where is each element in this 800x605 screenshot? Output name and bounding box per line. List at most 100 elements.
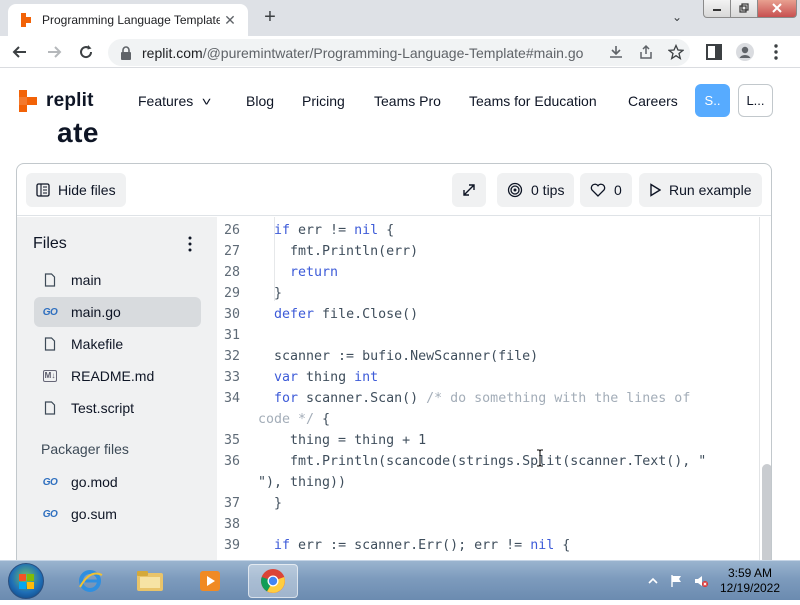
scrollbar-thumb[interactable] [762,464,771,560]
line-number: 26 [223,223,240,238]
system-clock[interactable]: 3:59 AM 12/19/2022 [710,566,790,596]
taskbar-file-explorer[interactable] [125,564,175,598]
go-icon: GO [42,306,58,318]
file-item-main-go[interactable]: GO main.go [34,297,201,327]
forward-arrow-icon[interactable] [44,42,64,62]
browser-toolbar: replit.com/@puremintwater/Programming-La… [0,36,800,68]
files-title: Files [33,235,67,252]
browser-tab-strip: Programming Language Template ✕ + ⌄ [0,0,800,36]
media-player-icon [200,571,220,591]
reload-icon[interactable] [76,42,96,62]
line-number: 29 [223,286,240,301]
like-button[interactable]: 0 [580,173,632,207]
go-icon: GO [42,476,58,488]
install-app-icon[interactable] [608,44,624,60]
line-number: 31 [223,328,240,343]
log-in-button[interactable]: L... [738,84,773,117]
files-panel: Files main GO main.go Makefile M↓ README… [17,217,217,560]
page-title: ate [57,117,99,148]
file-item-test-script[interactable]: Test.script [34,393,201,423]
file-name: Makefile [71,336,124,352]
file-icon [41,401,59,415]
file-name: README.md [71,368,155,384]
code-text: if err := scanner.Err(); err != nil { [274,538,571,553]
heart-icon [590,183,606,197]
kebab-menu-icon[interactable] [185,235,195,253]
lock-icon[interactable] [120,45,132,60]
code-text: thing = thing + 1 [258,433,427,448]
volume-muted-icon[interactable] [694,574,708,588]
file-name: main.go [71,304,121,320]
line-number: 37 [223,496,240,511]
code-scrollbar[interactable] [759,217,771,560]
tab-close-icon[interactable]: ✕ [222,12,238,28]
show-hidden-icons-icon[interactable] [646,574,660,588]
taskbar-internet-explorer[interactable] [65,564,115,598]
window-minimize-button[interactable] [703,0,731,18]
file-item-go-sum[interactable]: GO go.sum [34,499,201,529]
nav-link-features-label: Features [138,93,194,109]
taskbar-media-player[interactable] [185,564,235,598]
file-item-readme[interactable]: M↓ README.md [34,361,201,391]
tab-title: Programming Language Template [42,13,220,27]
start-button[interactable] [8,563,44,599]
replit-logo[interactable]: replit [18,89,94,113]
bookmark-star-icon[interactable] [668,44,684,60]
new-tab-icon[interactable]: + [260,7,280,28]
share-icon[interactable] [638,44,654,60]
system-tray [646,574,708,588]
taskbar-chrome[interactable] [248,564,298,598]
nav-link-blog[interactable]: Blog [246,93,274,109]
file-item-main[interactable]: main [34,265,201,295]
address-bar[interactable]: replit.com/@puremintwater/Programming-La… [108,39,690,66]
browser-tab[interactable]: Programming Language Template ✕ [8,4,248,36]
folder-icon [137,571,163,591]
text-cursor-icon [537,449,543,467]
run-example-label: Run example [669,182,752,198]
code-text: return [290,265,339,280]
file-name: go.mod [71,474,118,490]
nav-link-careers[interactable]: Careers [628,93,678,109]
tab-search-chevron-icon[interactable]: ⌄ [672,10,682,24]
url-text[interactable]: replit.com/@puremintwater/Programming-La… [142,45,583,61]
nav-link-teams-pro[interactable]: Teams Pro [374,93,441,109]
sign-up-button[interactable]: S.. [695,84,730,117]
run-example-button[interactable]: Run example [639,173,762,207]
window-close-button[interactable] [757,0,797,18]
file-name: go.sum [71,506,117,522]
play-icon [650,183,661,197]
file-icon [41,273,59,287]
window-restore-button[interactable] [730,0,758,18]
chrome-icon [261,569,285,593]
tips-spiral-icon [507,182,523,198]
code-text: scanner := bufio.NewScanner(file) [258,349,539,364]
browser-menu-icon[interactable] [766,42,786,62]
side-panel-icon[interactable] [704,42,724,62]
back-arrow-icon[interactable] [10,42,30,62]
nav-link-teams-education[interactable]: Teams for Education [469,93,597,109]
code-text: defer file.Close() [274,307,419,322]
action-center-flag-icon[interactable] [670,574,684,588]
expand-button[interactable] [452,173,486,207]
line-number: 35 [223,433,240,448]
profile-avatar-icon[interactable] [735,42,755,62]
like-count: 0 [614,182,622,198]
file-icon [41,337,59,351]
tips-button[interactable]: 0 tips [497,173,575,207]
hide-files-button[interactable]: Hide files [26,173,126,207]
replit-navbar: replit Features ˅ Blog Pricing Teams Pro… [0,69,800,133]
code-text: fmt.Println(scancode(strings.Split(scann… [258,454,707,469]
nav-link-pricing[interactable]: Pricing [302,93,345,109]
replit-logo-icon [19,90,37,112]
file-item-makefile[interactable]: Makefile [34,329,201,359]
clock-time: 3:59 AM [727,566,773,580]
code-editor[interactable]: 26 if err != nil {27 fmt.Println(err) 28 … [218,217,758,560]
url-host: replit.com [142,44,203,61]
line-number: 36 [223,454,240,469]
replit-page: replit Features ˅ Blog Pricing Teams Pro… [0,69,800,560]
nav-link-features[interactable]: Features ˅ [138,93,212,109]
markdown-icon: M↓ [42,370,58,382]
clock-date: 12/19/2022 [719,581,781,595]
file-name: main [71,272,102,288]
file-item-go-mod[interactable]: GO go.mod [34,467,201,497]
